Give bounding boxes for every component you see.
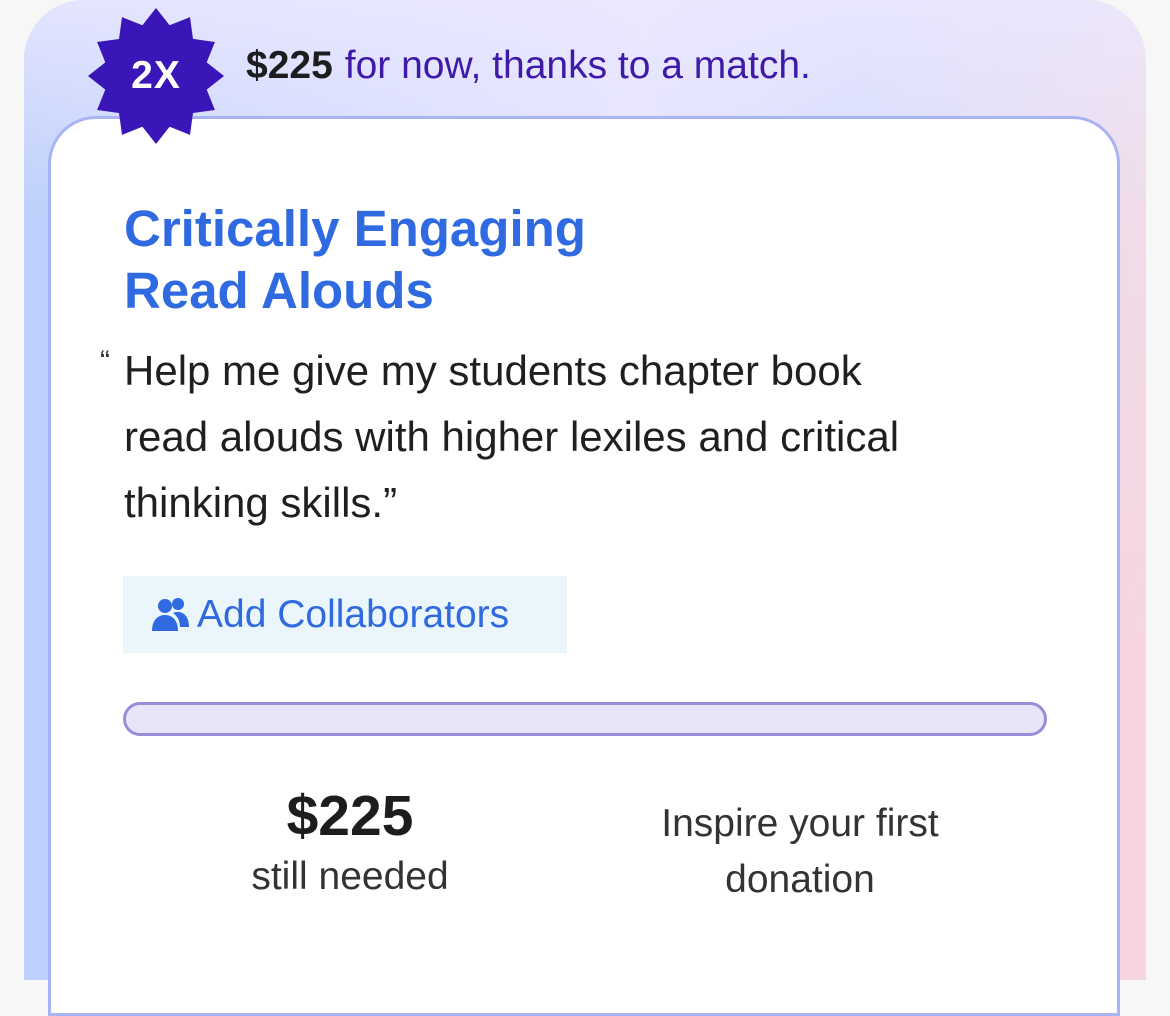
quote-line-1: Help me give my students chapter book bbox=[124, 347, 862, 394]
match-banner: $225 for now, thanks to a match. bbox=[246, 40, 811, 92]
amount-needed-label: still needed bbox=[251, 855, 449, 898]
project-title[interactable]: Critically Engaging Read Alouds bbox=[124, 198, 824, 322]
people-icon bbox=[151, 597, 191, 633]
project-title-line-1: Critically Engaging bbox=[124, 200, 586, 257]
match-text: for now, thanks to a match. bbox=[344, 44, 811, 87]
add-collaborators-button[interactable]: Add Collaborators bbox=[123, 576, 567, 653]
add-collaborators-label: Add Collaborators bbox=[197, 592, 510, 636]
match-amount: $225 bbox=[246, 44, 333, 87]
amount-needed-value: $225 bbox=[286, 784, 414, 848]
project-quote: Help me give my students chapter book re… bbox=[124, 338, 1084, 536]
open-quote-mark: “ bbox=[100, 345, 110, 378]
first-donation-line-2: donation bbox=[725, 858, 875, 901]
quote-line-3: thinking skills.” bbox=[124, 479, 398, 526]
funding-progress-bar bbox=[123, 702, 1047, 736]
quote-line-2: read alouds with higher lexiles and crit… bbox=[124, 413, 900, 460]
project-title-line-2: Read Alouds bbox=[124, 262, 434, 319]
first-donation-prompt: Inspire your first donation bbox=[600, 796, 1000, 908]
amount-needed-stat: $225 still needed bbox=[200, 784, 500, 902]
match-badge: 2X bbox=[84, 4, 228, 148]
badge-label: 2X bbox=[131, 54, 181, 97]
first-donation-line-1: Inspire your first bbox=[661, 802, 939, 845]
